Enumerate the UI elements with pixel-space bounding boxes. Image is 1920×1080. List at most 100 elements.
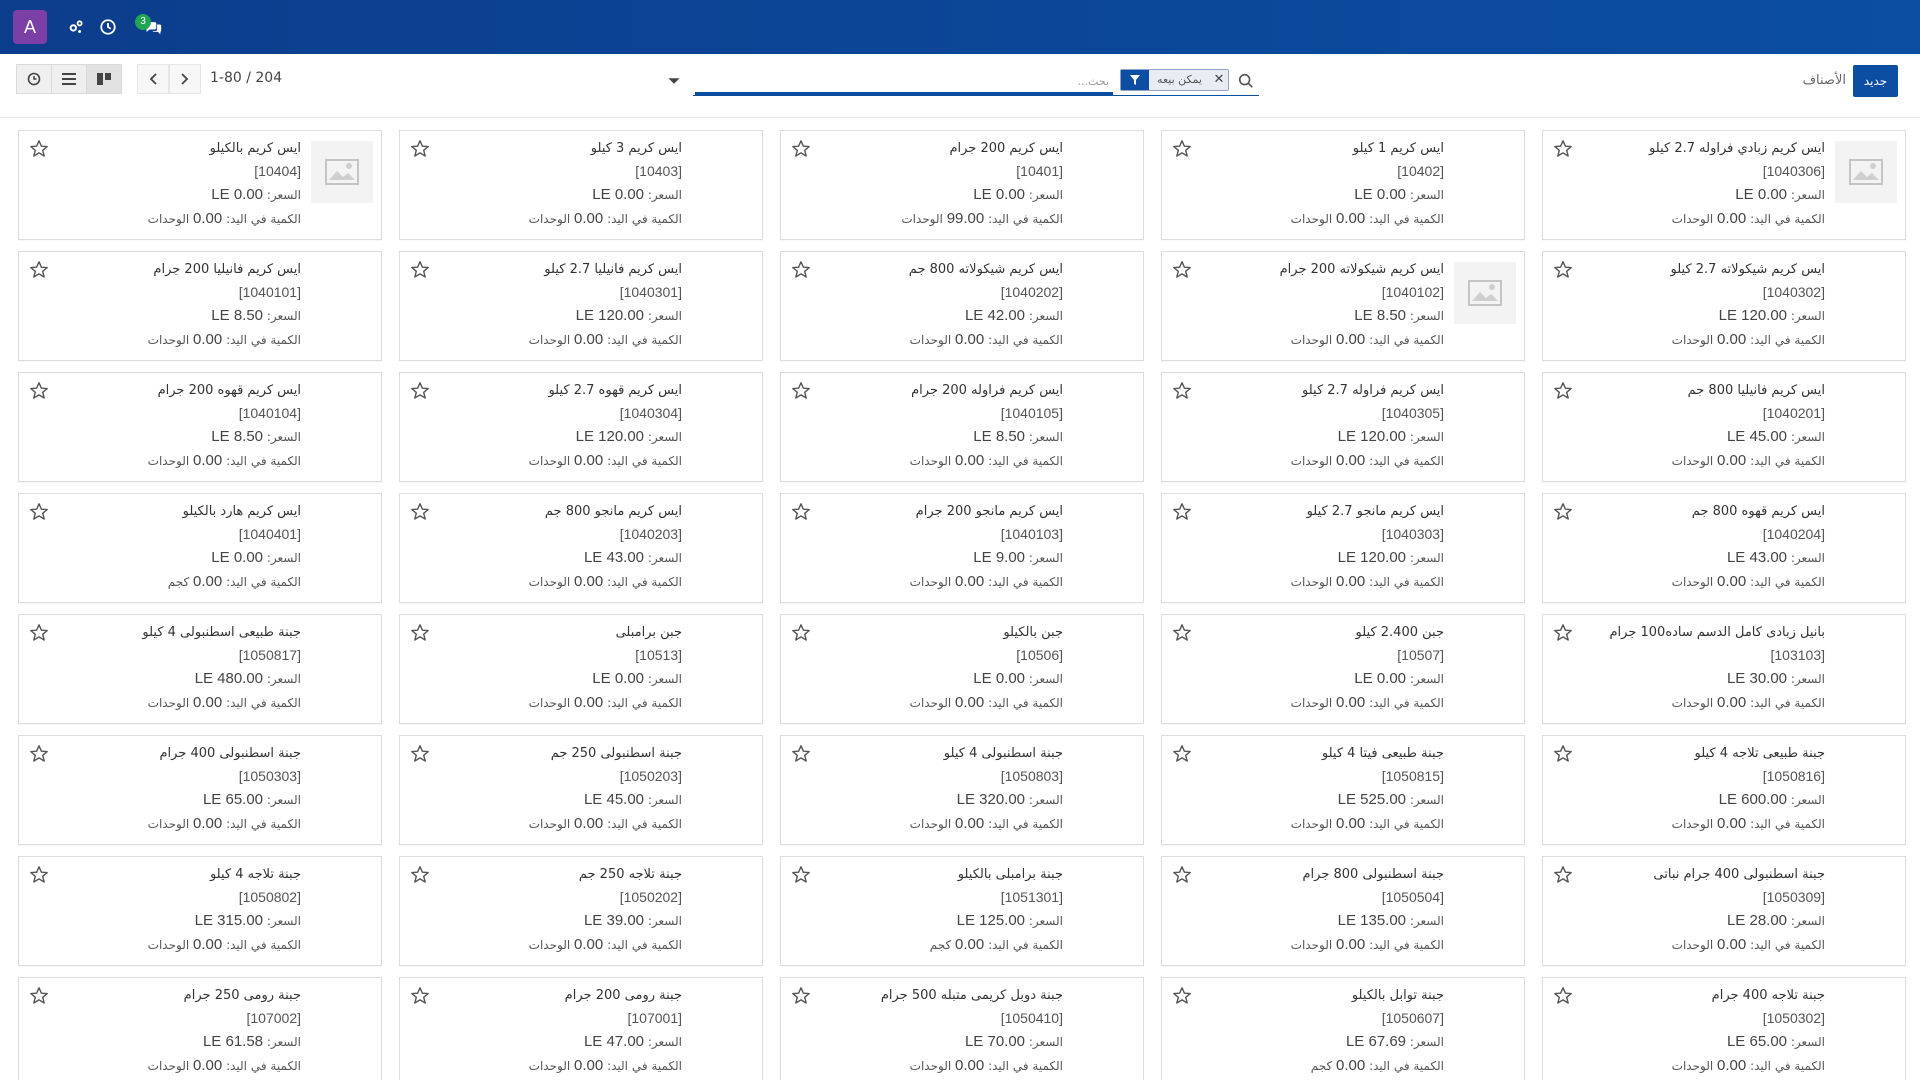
product-name[interactable]: ايس كريم بالكيلو: [51, 139, 301, 159]
star-icon[interactable]: [410, 623, 430, 643]
product-name[interactable]: ايس كريم 200 جرام: [813, 139, 1063, 159]
product-card[interactable]: جبنة تلاجه 250 جم [1050202] السعر: 39.00 L…: [399, 856, 763, 966]
pager-value[interactable]: 1-80 / 204: [210, 70, 282, 86]
star-icon[interactable]: [410, 744, 430, 764]
star-icon[interactable]: [1553, 381, 1573, 401]
product-name[interactable]: ايس كريم قهوه 2.7 كيلو: [432, 381, 682, 401]
product-name[interactable]: جبنة اسطنبولى 400 جرام: [51, 744, 302, 764]
product-name[interactable]: ايس كريم فانيليا 200 جرام: [51, 260, 301, 280]
product-name[interactable]: بانيل زبادى كامل الدسم ساده100 جرام: [1575, 623, 1825, 643]
product-name[interactable]: ايس كريم فراوله 200 جرام: [813, 381, 1063, 401]
search-input[interactable]: [695, 70, 1113, 96]
product-card[interactable]: جبن بالكيلو [10506] السعر: 0.00 LE الكمية ف…: [780, 614, 1144, 724]
product-name[interactable]: جبن بالكيلو: [813, 623, 1063, 643]
star-icon[interactable]: [791, 865, 811, 885]
product-name[interactable]: ايس كريم مانجو 200 جرام: [813, 502, 1063, 522]
pager-next-button[interactable]: [169, 64, 201, 94]
product-name[interactable]: ايس كريم 3 كيلو: [432, 139, 682, 159]
star-icon[interactable]: [410, 139, 430, 159]
product-card[interactable]: ايس كريم زبادي فراوله 2.7 كيلو [1040306] ا…: [1542, 130, 1906, 240]
kanban-view-button[interactable]: [86, 64, 122, 94]
star-icon[interactable]: [1172, 260, 1192, 280]
star-icon[interactable]: [1553, 502, 1573, 522]
new-button[interactable]: جديد: [1853, 65, 1898, 97]
product-name[interactable]: جبنة تلاجه 400 جرام: [1575, 986, 1825, 1006]
product-name[interactable]: جبن 2.400 كيلو: [1194, 623, 1444, 643]
star-icon[interactable]: [410, 986, 430, 1006]
close-icon[interactable]: ✕: [1210, 70, 1228, 90]
star-icon[interactable]: [410, 502, 430, 522]
product-card[interactable]: ايس كريم مانجو 800 جم [1040203] السعر: 43.…: [399, 493, 763, 603]
product-name[interactable]: ايس كريم مانجو 2.7 كيلو: [1194, 502, 1444, 522]
app-menu-avatar[interactable]: A: [13, 10, 47, 44]
product-name[interactable]: ايس كريم شيكولاته 800 جم: [813, 260, 1063, 280]
product-name[interactable]: ايس كريم شيكولاته 2.7 كيلو: [1575, 260, 1826, 280]
product-card[interactable]: جبنة طبيعى تلاجه 4 كيلو [1050816] السعر: 6…: [1542, 735, 1906, 845]
star-icon[interactable]: [791, 502, 811, 522]
caret-down-icon[interactable]: [667, 74, 681, 88]
product-name[interactable]: ايس كريم قهوه 800 جم: [1575, 502, 1825, 522]
product-card[interactable]: ايس كريم قهوه 2.7 كيلو [1040304] السعر: 12…: [399, 372, 763, 482]
product-card[interactable]: جبنة رومى 250 جرام [107002] السعر: 61.58 L…: [18, 977, 382, 1080]
product-card[interactable]: ايس كريم فراوله 200 جرام [1040105] السعر: …: [780, 372, 1144, 482]
product-name[interactable]: جبنة اسطنبولى 400 جرام نباتى: [1575, 865, 1825, 885]
product-name[interactable]: جبنة رومى 200 جرام: [432, 986, 682, 1006]
star-icon[interactable]: [1553, 744, 1573, 764]
star-icon[interactable]: [1553, 986, 1573, 1006]
list-view-button[interactable]: [51, 64, 87, 94]
product-name[interactable]: ايس كريم زبادي فراوله 2.7 كيلو: [1575, 139, 1825, 159]
product-name[interactable]: جبن برامبلى: [432, 623, 682, 643]
product-card[interactable]: جبنة اسطنبولى 400 جرام نباتى [1050309] الس…: [1542, 856, 1906, 966]
product-card[interactable]: جبنة تلاجه 400 جرام [1050302] السعر: 65.00…: [1542, 977, 1906, 1080]
star-icon[interactable]: [1172, 744, 1192, 764]
product-card[interactable]: بانيل زبادى كامل الدسم ساده100 جرام [1031…: [1542, 614, 1906, 724]
product-card[interactable]: جبن 2.400 كيلو [10507] السعر: 0.00 LE الكمي…: [1161, 614, 1525, 724]
product-name[interactable]: جبنة طبيعى تلاجه 4 كيلو: [1575, 744, 1825, 764]
star-icon[interactable]: [1172, 865, 1192, 885]
product-card[interactable]: ايس كريم فانيليا 800 جم [1040201] السعر: 4…: [1542, 372, 1906, 482]
star-icon[interactable]: [29, 381, 49, 401]
product-name[interactable]: جبنة رومى 250 جرام: [51, 986, 301, 1006]
activity-view-button[interactable]: [16, 64, 52, 94]
star-icon[interactable]: [29, 865, 49, 885]
product-card[interactable]: ايس كريم 3 كيلو [10403] السعر: 0.00 LE الكم…: [399, 130, 763, 240]
star-icon[interactable]: [791, 986, 811, 1006]
settings-icon[interactable]: [63, 14, 89, 40]
star-icon[interactable]: [1172, 139, 1192, 159]
product-name[interactable]: جبنة تلاجه 250 جم: [432, 865, 682, 885]
product-card[interactable]: ايس كريم فانيليا 200 جرام [1040101] السعر:…: [18, 251, 382, 361]
product-card[interactable]: ايس كريم 1 كيلو [10402] السعر: 0.00 LE الكم…: [1161, 130, 1525, 240]
star-icon[interactable]: [410, 381, 430, 401]
star-icon[interactable]: [791, 623, 811, 643]
product-card[interactable]: جبن برامبلى [10513] السعر: 0.00 LE الكمية ف…: [399, 614, 763, 724]
star-icon[interactable]: [29, 623, 49, 643]
star-icon[interactable]: [29, 986, 49, 1006]
product-name[interactable]: جبنة دوبل كريمى متبله 500 جرام: [813, 986, 1063, 1006]
star-icon[interactable]: [1172, 502, 1192, 522]
product-name[interactable]: جبنة طبيعى فيتا 4 كيلو: [1194, 744, 1444, 764]
search-icon[interactable]: [1237, 72, 1255, 90]
star-icon[interactable]: [1553, 623, 1573, 643]
product-card[interactable]: جبنة طبيعى فيتا 4 كيلو [1050815] السعر: 52…: [1161, 735, 1525, 845]
product-name[interactable]: جبنة تلاجه 4 كيلو: [51, 865, 301, 885]
product-card[interactable]: جبنة اسطنبولى 4 كيلو [1050803] السعر: 320.…: [780, 735, 1144, 845]
star-icon[interactable]: [410, 260, 430, 280]
star-icon[interactable]: [791, 744, 811, 764]
star-icon[interactable]: [410, 865, 430, 885]
star-icon[interactable]: [1172, 381, 1192, 401]
product-card[interactable]: جبنة دوبل كريمى متبله 500 جرام [1050410] ا…: [780, 977, 1144, 1080]
star-icon[interactable]: [791, 139, 811, 159]
product-card[interactable]: ايس كريم شيكولاته 800 جم [1040202] السعر: …: [780, 251, 1144, 361]
product-card[interactable]: جبنة طبيعى اسطنبولى 4 كيلو [1050817] السعر…: [18, 614, 382, 724]
product-name[interactable]: جبنة توابل بالكيلو: [1194, 986, 1444, 1006]
product-card[interactable]: ايس كريم هارد بالكيلو [1040401] السعر: 0.0…: [18, 493, 382, 603]
product-name[interactable]: ايس كريم مانجو 800 جم: [432, 502, 682, 522]
product-name[interactable]: ايس كريم فانيليا 800 جم: [1575, 381, 1825, 401]
product-card[interactable]: جبنة برامبلى بالكيلو [1051301] السعر: 125.…: [780, 856, 1144, 966]
product-name[interactable]: جبنة اسطنبولى 4 كيلو: [813, 744, 1063, 764]
product-name[interactable]: ايس كريم فانيليا 2.7 كيلو: [432, 260, 682, 280]
star-icon[interactable]: [1553, 139, 1573, 159]
product-card[interactable]: ايس كريم فراوله 2.7 كيلو [1040305] السعر: …: [1161, 372, 1525, 482]
product-name[interactable]: ايس كريم قهوه 200 جرام: [51, 381, 301, 401]
star-icon[interactable]: [791, 381, 811, 401]
